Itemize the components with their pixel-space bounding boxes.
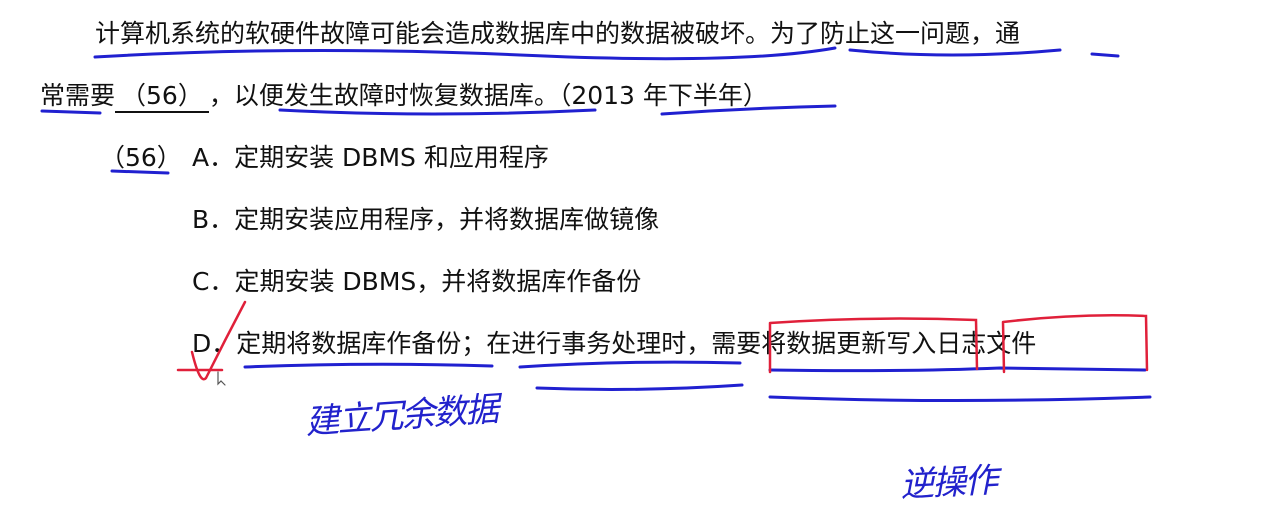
check-mark-icon <box>190 300 247 381</box>
underline <box>278 108 597 116</box>
underline <box>660 104 837 116</box>
highlight-box <box>768 317 979 374</box>
document-page: 计算机系统的软硬件故障可能会造成数据库中的数据被破坏。为了防止这一问题，通 常需… <box>0 0 1284 512</box>
underline <box>93 46 837 61</box>
underline <box>768 366 1147 373</box>
underline <box>40 109 102 115</box>
underline <box>1090 52 1120 58</box>
ink-annotations <box>40 46 1152 402</box>
underline <box>535 383 744 391</box>
underline <box>518 360 742 369</box>
underline <box>768 395 1152 402</box>
underline <box>243 362 494 369</box>
underline <box>848 48 1062 57</box>
mouse-cursor-icon <box>217 371 226 386</box>
highlight-box <box>1001 314 1149 374</box>
underline <box>110 169 170 175</box>
